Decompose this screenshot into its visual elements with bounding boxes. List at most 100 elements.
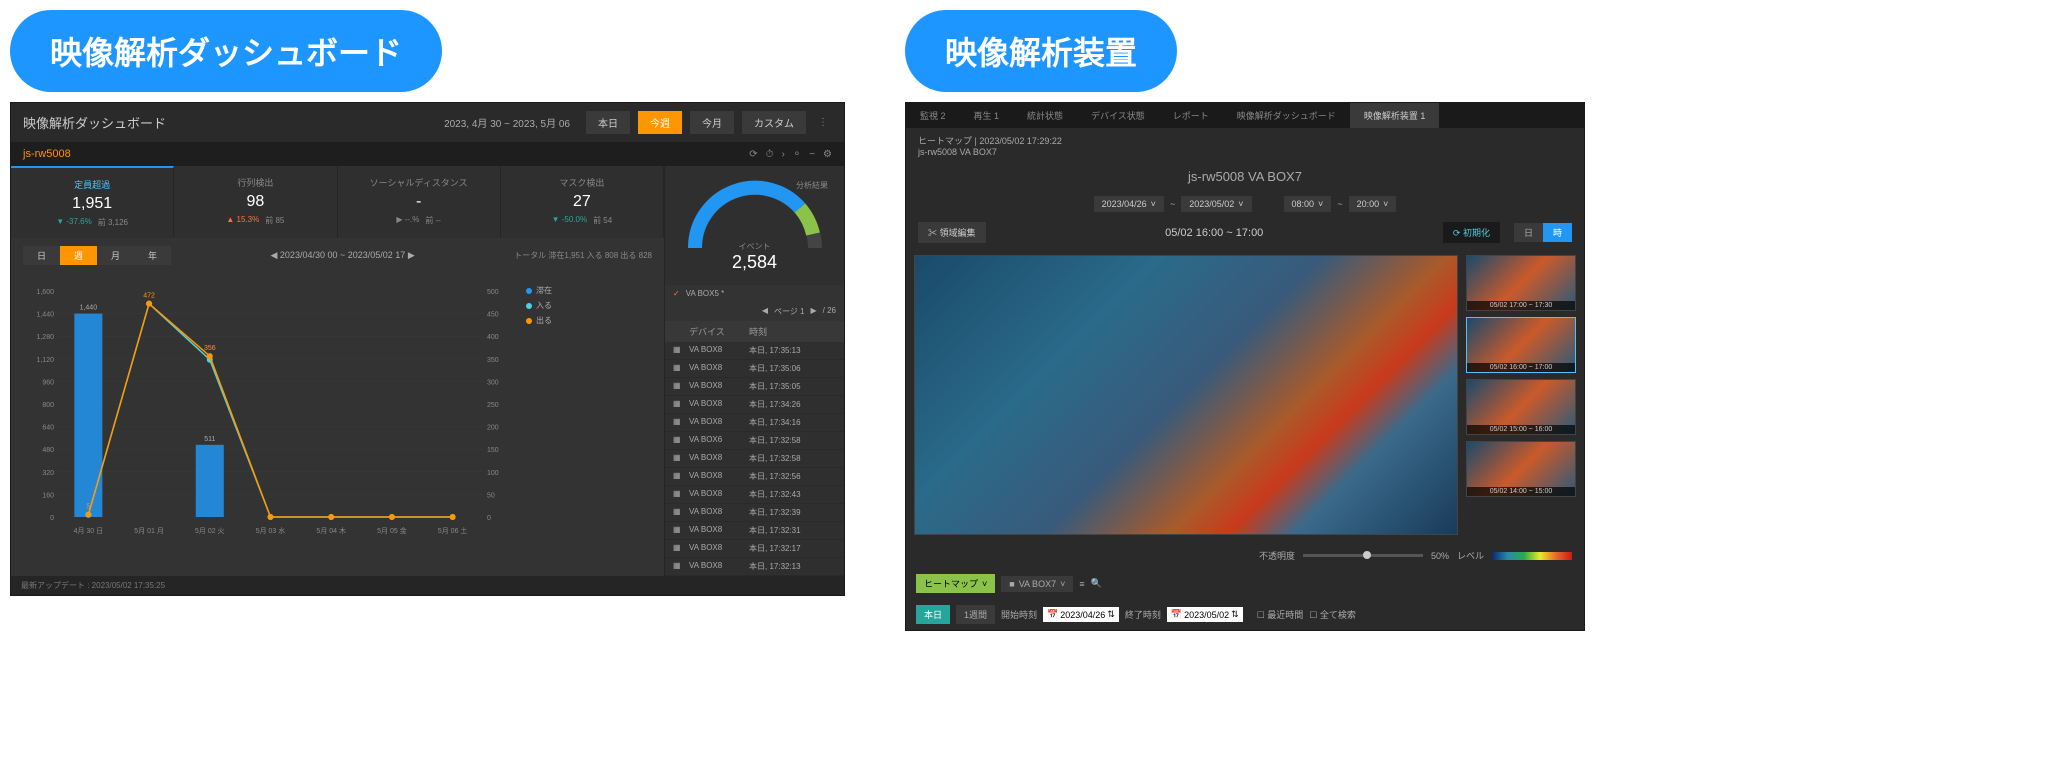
box-select[interactable]: ■ VA BOX7 ˅ (1001, 576, 1073, 592)
end-date-input[interactable]: 📅 2023/05/02 ⇅ (1167, 607, 1243, 622)
table-row[interactable]: ▦VA BOX8本日, 17:35:05 (665, 378, 844, 396)
start-date-input[interactable]: 📅 2023/04/26 ⇅ (1043, 607, 1119, 622)
svg-text:400: 400 (487, 334, 499, 341)
pin-icon[interactable]: ⚬ (793, 149, 801, 160)
svg-text:200: 200 (487, 425, 499, 432)
stat-card-mask[interactable]: マスク検出 27 ▼ -50.0%前 54 (501, 166, 664, 238)
pager-next[interactable]: ▶ (811, 306, 817, 317)
period-month[interactable]: 月 (97, 246, 134, 265)
heatmap-viewport[interactable] (914, 255, 1458, 535)
tab-today[interactable]: 本日 (586, 111, 630, 134)
dashboard-title-pill: 映像解析ダッシュボード (10, 10, 442, 92)
svg-text:356: 356 (204, 345, 216, 352)
list-icon[interactable]: ≡ (1079, 579, 1084, 589)
stat-card-queue[interactable]: 行列検出 98 ▲ 15.3%前 85 (174, 166, 337, 238)
table-row[interactable]: ▦VA BOX8本日, 17:32:13 (665, 558, 844, 576)
table-row[interactable]: ▦VA BOX8本日, 17:32:58 (665, 450, 844, 468)
table-row[interactable]: ▦VA BOX8本日, 17:35:06 (665, 360, 844, 378)
current-time-range: 05/02 16:00 ~ 17:00 (1161, 223, 1267, 243)
svg-text:5月 04 木: 5月 04 木 (316, 526, 346, 535)
table-row[interactable]: ▦VA BOX8本日, 17:32:43 (665, 486, 844, 504)
svg-text:1,440: 1,440 (80, 305, 98, 312)
chart-nav-right[interactable]: ▶ (408, 250, 415, 260)
date-from-select[interactable]: 2023/04/26 ˅ (1094, 196, 1164, 212)
more-icon[interactable]: ⋮ (814, 117, 832, 128)
app-title: 映像解析ダッシュボード (23, 113, 436, 132)
svg-text:4月 30 日: 4月 30 日 (74, 527, 104, 535)
svg-text:5月 06 土: 5月 06 土 (438, 526, 468, 535)
svg-text:150: 150 (487, 447, 499, 454)
check-icon[interactable]: ✓ (673, 289, 680, 298)
refresh-icon[interactable]: ⟳ (749, 149, 757, 160)
thumbnail[interactable]: 05/02 15:00 ~ 16:00 (1466, 379, 1576, 435)
legend-out: 出る (526, 315, 552, 326)
period-week[interactable]: 週 (60, 246, 97, 265)
svg-text:5月 03 水: 5月 03 水 (256, 526, 286, 535)
minus-icon[interactable]: − (809, 149, 815, 160)
main-chart: 01603204806408009601,1201,2801,4401,6000… (23, 281, 518, 541)
type-select[interactable]: ヒートマップ ˅ (916, 574, 995, 593)
svg-text:5月 01 月: 5月 01 月 (134, 527, 164, 535)
dev-tab[interactable]: 映像解析ダッシュボード (1223, 103, 1350, 128)
event-table: デバイス 時刻 ▦VA BOX8本日, 17:35:13▦VA BOX8本日, … (665, 321, 844, 576)
btn-1week[interactable]: 1週間 (956, 605, 995, 624)
svg-text:472: 472 (143, 293, 155, 300)
dev-tab[interactable]: 映像解析装置 1 (1350, 103, 1440, 128)
svg-text:1,440: 1,440 (36, 312, 54, 319)
time-to-select[interactable]: 20:00 ˅ (1349, 196, 1397, 212)
dev-tab[interactable]: 統計状態 (1013, 103, 1077, 128)
svg-text:160: 160 (42, 492, 54, 499)
btn-today[interactable]: 本日 (916, 605, 950, 624)
chart-nav-left[interactable]: ◀ (270, 250, 277, 260)
tab-week[interactable]: 今週 (638, 111, 682, 134)
period-day[interactable]: 日 (23, 246, 60, 265)
svg-text:350: 350 (487, 357, 499, 364)
svg-text:511: 511 (204, 436, 215, 443)
table-row[interactable]: ▦VA BOX8本日, 17:34:16 (665, 414, 844, 432)
svg-text:100: 100 (487, 470, 499, 477)
toggle-day[interactable]: 日 (1514, 223, 1543, 242)
date-to-select[interactable]: 2023/05/02 ˅ (1181, 196, 1251, 212)
period-year[interactable]: 年 (134, 246, 171, 265)
stat-card-social[interactable]: ソーシャルディスタンス - ▶ --.%前 -- (338, 166, 501, 238)
stat-card-capacity[interactable]: 定員超過 1,951 ▼ -37.6%前 3,126 (11, 166, 174, 238)
thumbnail[interactable]: 05/02 16:00 ~ 17:00 (1466, 317, 1576, 373)
svg-text:500: 500 (487, 289, 499, 296)
chevron-icon[interactable]: › (781, 149, 784, 160)
svg-text:640: 640 (42, 425, 54, 432)
table-row[interactable]: ▦VA BOX8本日, 17:35:13 (665, 342, 844, 360)
time-from-select[interactable]: 08:00 ˅ (1284, 196, 1332, 212)
opacity-slider[interactable] (1303, 554, 1423, 557)
svg-text:1,120: 1,120 (36, 357, 54, 364)
svg-text:50: 50 (487, 492, 495, 499)
svg-text:800: 800 (42, 402, 54, 409)
dev-tab[interactable]: レポート (1159, 103, 1223, 128)
table-row[interactable]: ▦VA BOX8本日, 17:32:56 (665, 468, 844, 486)
gear-icon[interactable]: ⚙ (823, 149, 832, 160)
dev-tab[interactable]: 再生 1 (960, 103, 1014, 128)
tab-custom[interactable]: カスタム (742, 111, 806, 134)
pager-prev[interactable]: ◀ (762, 306, 768, 317)
device-title-pill: 映像解析装置 (905, 10, 1177, 92)
chart-totals: トータル 滞在1,951 入る 808 出る 828 (514, 250, 652, 261)
table-row[interactable]: ▦VA BOX8本日, 17:34:26 (665, 396, 844, 414)
thumbnail[interactable]: 05/02 14:00 ~ 15:00 (1466, 441, 1576, 497)
toggle-hour[interactable]: 時 (1543, 223, 1572, 242)
tab-month[interactable]: 今月 (690, 111, 734, 134)
device-main-title: js-rw5008 VA BOX7 (906, 163, 1584, 190)
legend-stay: 滞在 (526, 285, 552, 296)
region-edit-button[interactable]: ✂ 領域編集 (918, 222, 986, 243)
dev-tab[interactable]: デバイス状態 (1077, 103, 1159, 128)
svg-text:5月 02 火: 5月 02 火 (195, 527, 225, 535)
search-icon[interactable]: 🔍 (1091, 578, 1102, 589)
init-button[interactable]: ⟳ 初期化 (1443, 222, 1500, 243)
table-row[interactable]: ▦VA BOX8本日, 17:32:39 (665, 504, 844, 522)
clock-icon[interactable]: ⏱ (766, 149, 774, 160)
svg-text:450: 450 (487, 312, 499, 319)
table-row[interactable]: ▦VA BOX8本日, 17:32:31 (665, 522, 844, 540)
dev-tab[interactable]: 監視 2 (906, 103, 960, 128)
table-row[interactable]: ▦VA BOX6本日, 17:32:58 (665, 432, 844, 450)
table-row[interactable]: ▦VA BOX8本日, 17:32:17 (665, 540, 844, 558)
thumbnail[interactable]: 05/02 17:00 ~ 17:30 (1466, 255, 1576, 311)
svg-text:5月 05 金: 5月 05 金 (377, 526, 407, 535)
